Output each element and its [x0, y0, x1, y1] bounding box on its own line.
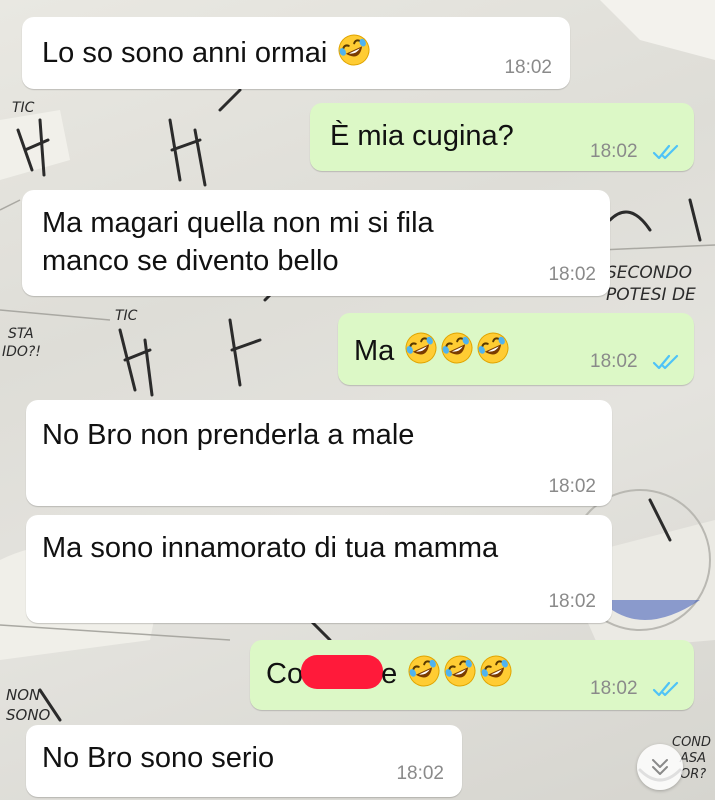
- message-timestamp: 18:02: [548, 476, 596, 497]
- message-timestamp: 18:02: [396, 763, 444, 784]
- message-bubble-outgoing[interactable]: Ma 18:02: [338, 313, 694, 385]
- svg-text:NON: NON: [6, 686, 40, 704]
- svg-text:OR?: OR?: [680, 767, 706, 782]
- rolling-on-the-floor-laughing-icon: [404, 331, 438, 365]
- svg-text:STA: STA: [8, 326, 34, 342]
- rolling-on-the-floor-laughing-icon: [407, 654, 441, 688]
- rolling-on-the-floor-laughing-icon: [443, 654, 477, 688]
- message-timestamp: 18:02: [548, 591, 596, 612]
- svg-text:TIC: TIC: [115, 308, 138, 324]
- message-timestamp: 18:02: [548, 264, 596, 285]
- message-bubble-incoming[interactable]: No Bro sono serio 18:02: [26, 725, 462, 797]
- message-text: Lo so sono anni ormai: [42, 33, 371, 72]
- message-timestamp: 18:02: [590, 351, 638, 372]
- rolling-on-the-floor-laughing-icon: [337, 33, 371, 67]
- scroll-to-bottom-button[interactable]: [637, 744, 683, 790]
- svg-text:POTESI DE: POTESI DE: [606, 285, 696, 305]
- message-text: Co e: [266, 654, 513, 693]
- svg-text:SONO: SONO: [6, 706, 51, 724]
- message-text: È mia cugina?: [330, 120, 514, 152]
- message-bubble-outgoing[interactable]: Co e 18:02: [250, 640, 694, 710]
- message-bubble-incoming[interactable]: No Bro non prenderla a male 18:02: [26, 400, 612, 506]
- message-text: Ma: [354, 331, 510, 370]
- double-check-read-icon: [652, 144, 679, 160]
- svg-text:SECONDO: SECONDO: [606, 263, 692, 283]
- redaction-mark: [301, 655, 384, 689]
- rolling-on-the-floor-laughing-icon: [479, 654, 513, 688]
- message-text: No Bro sono serio: [42, 742, 275, 774]
- svg-text:TIC: TIC: [12, 100, 35, 116]
- message-text-line-2: manco se divento bello: [42, 245, 339, 277]
- double-check-read-icon: [652, 681, 679, 697]
- message-bubble-incoming[interactable]: Lo so sono anni ormai 18:02: [22, 17, 570, 89]
- message-text: No Bro non prenderla a male: [42, 419, 415, 451]
- message-text: Ma sono innamorato di tua mamma: [42, 532, 499, 564]
- chevron-down-icon: [652, 759, 668, 775]
- message-bubble-incoming[interactable]: Ma magari quella non mi si fila manco se…: [22, 190, 610, 296]
- message-timestamp: 18:02: [590, 141, 638, 162]
- message-bubble-outgoing[interactable]: È mia cugina? 18:02: [310, 103, 694, 171]
- svg-text:COND: COND: [672, 735, 711, 750]
- svg-text:ASA: ASA: [679, 751, 706, 766]
- message-bubble-incoming[interactable]: Ma sono innamorato di tua mamma 18:02: [26, 515, 612, 623]
- message-text-line-1: Ma magari quella non mi si fila: [42, 207, 434, 239]
- rolling-on-the-floor-laughing-icon: [476, 331, 510, 365]
- message-timestamp: 18:02: [504, 57, 552, 78]
- message-timestamp: 18:02: [590, 678, 638, 699]
- rolling-on-the-floor-laughing-icon: [440, 331, 474, 365]
- svg-text:IDO?!: IDO?!: [2, 344, 41, 360]
- double-check-read-icon: [652, 354, 679, 370]
